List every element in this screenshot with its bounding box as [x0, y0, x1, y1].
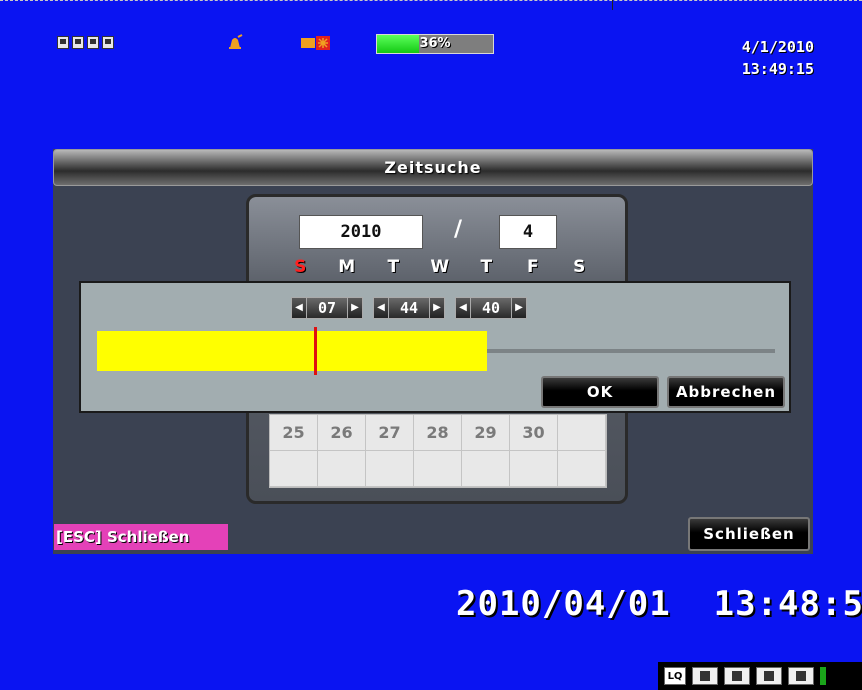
calendar-day[interactable]: 25 [270, 415, 318, 451]
camera-status-icons [57, 36, 114, 49]
second-value[interactable]: 40 [471, 297, 511, 319]
second-decrease-button[interactable]: ◀ [455, 297, 471, 319]
calendar-day[interactable] [366, 451, 414, 487]
month-field[interactable]: 4 [499, 215, 557, 249]
esc-close-hint: [ESC] Schließen [54, 524, 228, 550]
status-datetime: 4/1/2010 13:49:15 [742, 36, 814, 80]
timeline-recorded-fill [97, 331, 487, 371]
hdd-usage-label: 36% [419, 36, 451, 51]
calendar-day[interactable]: 28 [414, 415, 462, 451]
hour-spinner: ◀ 07 ▶ [291, 296, 363, 320]
calendar-day[interactable] [414, 451, 462, 487]
second-increase-button[interactable]: ▶ [511, 297, 527, 319]
time-spinners: ◀ 07 ▶ ◀ 44 ▶ ◀ 40 ▶ [291, 296, 527, 320]
weekday-sun: S [294, 257, 307, 277]
snapshot-icon[interactable] [788, 667, 814, 685]
top-border [0, 0, 862, 1]
camera-2-icon [72, 36, 84, 49]
hdd-usage-bar: 36% [376, 34, 494, 54]
calendar-day-grid: 25 26 27 28 29 30 [269, 414, 607, 488]
close-button[interactable]: Schließen [688, 517, 810, 551]
record-icon[interactable] [724, 667, 750, 685]
status-date: 4/1/2010 [741, 38, 814, 56]
date-separator: / [454, 217, 463, 242]
quality-button[interactable]: LQ [664, 667, 686, 685]
cancel-button[interactable]: Abbrechen [667, 376, 785, 408]
calendar-day[interactable]: 29 [462, 415, 510, 451]
hour-value[interactable]: 07 [307, 297, 347, 319]
calendar-day[interactable]: 27 [366, 415, 414, 451]
bottom-toolbar: LQ [658, 662, 862, 690]
second-spinner: ◀ 40 ▶ [455, 296, 527, 320]
time-picker-dialog: ◀ 07 ▶ ◀ 44 ▶ ◀ 40 ▶ OK Abbrechen [79, 281, 791, 413]
camera-3-icon [87, 36, 99, 49]
panel-title: Zeitsuche [53, 149, 813, 186]
calendar-day[interactable] [270, 451, 318, 487]
camera-1-icon [57, 36, 69, 49]
ok-button[interactable]: OK [541, 376, 659, 408]
minute-spinner: ◀ 44 ▶ [373, 296, 445, 320]
display-icon[interactable] [692, 667, 718, 685]
camera-icon[interactable] [756, 667, 782, 685]
minute-value[interactable]: 44 [389, 297, 429, 319]
weekday-wed: W [430, 257, 450, 277]
timeline-marker[interactable] [314, 327, 317, 375]
camera-4-icon [102, 36, 114, 49]
network-icon [301, 36, 330, 50]
timeline-track[interactable] [97, 327, 775, 375]
weekday-thu: T [480, 257, 493, 277]
minute-increase-button[interactable]: ▶ [429, 297, 445, 319]
weekday-sat: S [573, 257, 586, 277]
status-indicator [820, 667, 826, 685]
live-clock: 2010/04/01 13:48:59 [456, 584, 862, 624]
hour-increase-button[interactable]: ▶ [347, 297, 363, 319]
weekday-header: S M T W T F S [277, 257, 603, 277]
calendar-day[interactable] [462, 451, 510, 487]
minute-decrease-button[interactable]: ◀ [373, 297, 389, 319]
status-time: 13:49:15 [741, 60, 814, 78]
calendar-day[interactable] [558, 415, 606, 451]
calendar-day[interactable]: 30 [510, 415, 558, 451]
top-tick [612, 0, 613, 10]
year-field[interactable]: 2010 [299, 215, 423, 249]
calendar-day[interactable] [318, 451, 366, 487]
calendar-day[interactable]: 26 [318, 415, 366, 451]
calendar-day[interactable] [510, 451, 558, 487]
weekday-mon: M [338, 257, 356, 277]
weekday-fri: F [526, 257, 539, 277]
alarm-bell-icon [229, 34, 243, 49]
hour-decrease-button[interactable]: ◀ [291, 297, 307, 319]
weekday-tue: T [387, 257, 400, 277]
calendar-day[interactable] [558, 451, 606, 487]
